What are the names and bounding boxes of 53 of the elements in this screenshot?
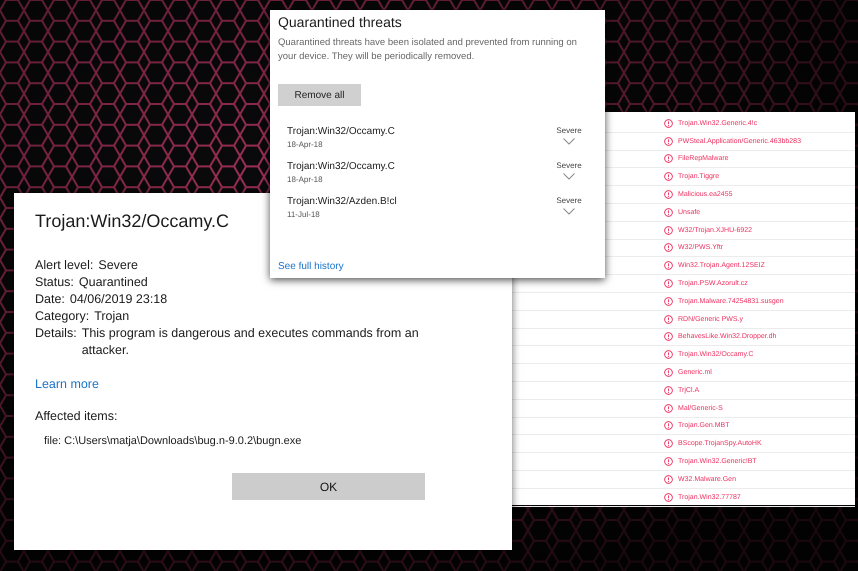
warning-icon <box>664 208 673 217</box>
warning-icon <box>664 314 673 324</box>
remove-all-button[interactable]: Remove all <box>278 84 361 106</box>
field-value: Trojan <box>94 308 130 325</box>
threat-name: Trojan:Win32/Occamy.C <box>287 161 395 172</box>
affected-file-path: file: C:\Users\matja\Downloads\bug.n-9.0.2\bugn.exe <box>44 435 302 447</box>
field-label: Details: <box>35 325 77 342</box>
description-text: Quarantined threats have been isolated and prevented from running on your device. They will be periodically removed. <box>278 36 578 63</box>
affected-items-label: Affected items: <box>35 409 118 423</box>
warning-icon <box>664 457 673 466</box>
warning-icon <box>664 172 673 182</box>
chevron-down-icon[interactable] <box>563 208 575 215</box>
severity-label: Severe <box>556 196 582 205</box>
warning-icon <box>664 279 673 288</box>
warning-icon <box>664 190 673 200</box>
warning-icon <box>664 332 673 342</box>
warning-icon <box>664 386 673 395</box>
warning-icon <box>664 226 673 235</box>
threat-date: 11-Jul-18 <box>287 210 320 219</box>
field-value: This program is dangerous and executes commands from an attacker. <box>82 325 420 359</box>
threat-date: 18-Apr-18 <box>287 140 323 149</box>
learn-more-link[interactable]: Learn more <box>35 377 99 391</box>
window-title: Quarantined threats <box>278 14 402 30</box>
warning-icon <box>664 350 673 360</box>
field-value: Quarantined <box>78 274 148 291</box>
severity-label: Severe <box>556 161 582 170</box>
warning-icon <box>664 439 673 448</box>
threat-date: 18-Apr-18 <box>287 175 323 184</box>
warning-icon <box>664 421 673 430</box>
see-full-history-link[interactable]: See full history <box>278 261 344 272</box>
field-label: Date: <box>35 291 65 308</box>
field-label: Alert level: <box>35 257 94 274</box>
field-value: 04/06/2019 23:18 <box>70 291 168 308</box>
warning-icon <box>664 261 673 270</box>
field-label: Category: <box>35 308 90 325</box>
threat-title: Trojan:Win32/Occamy.C <box>35 211 230 232</box>
threat-name: Trojan:Win32/Azden.B!cl <box>287 196 397 207</box>
severity-label: Severe <box>556 126 582 135</box>
field-value: Severe <box>98 257 138 274</box>
warning-icon <box>664 492 673 502</box>
ok-button[interactable]: OK <box>232 473 425 500</box>
threat-name: Trojan:Win32/Occamy.C <box>287 126 395 137</box>
chevron-down-icon[interactable] <box>563 138 575 145</box>
warning-icon <box>664 296 673 306</box>
chevron-down-icon[interactable] <box>563 173 575 180</box>
warning-icon <box>664 474 673 484</box>
warning-icon <box>664 118 673 128</box>
warning-icon <box>664 154 673 164</box>
warning-icon <box>664 243 673 252</box>
warning-icon <box>664 404 673 413</box>
warning-icon <box>664 136 673 146</box>
field-label: Status: <box>35 274 74 291</box>
warning-icon <box>664 368 673 378</box>
